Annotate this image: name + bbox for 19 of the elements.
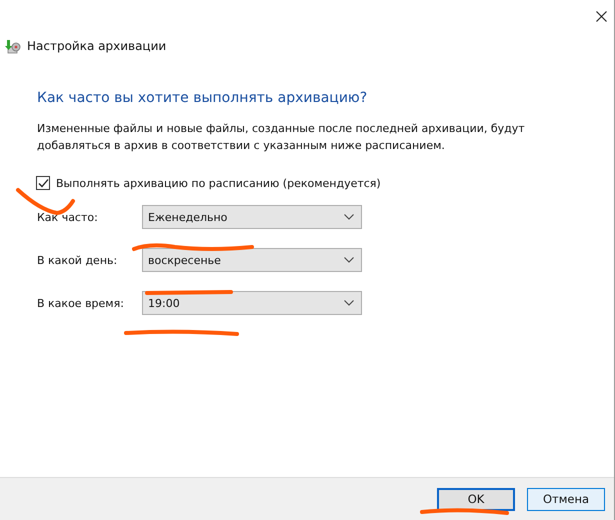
chevron-icon bbox=[344, 300, 354, 306]
dropdown[interactable]: Еженедельно bbox=[142, 205, 362, 229]
dropdown[interactable]: воскресенье bbox=[142, 248, 362, 272]
heading: Как часто вы хотите выполнять архивацию? bbox=[37, 90, 368, 106]
close-icon[interactable] bbox=[596, 10, 607, 22]
field-label: В какое время: bbox=[37, 296, 125, 310]
chevron-icon bbox=[344, 214, 354, 220]
description: Измененные файлы и новые файлы, созданные после последней архивации, будут добавляться в архив в соответствии с указанным ниже расписанием. bbox=[37, 121, 526, 154]
dialog-button[interactable]: Отмена bbox=[527, 488, 605, 510]
window-title: Настройка архивации bbox=[27, 39, 166, 53]
annotation-stroke bbox=[16, 188, 75, 215]
checkbox-label: Выполнять архивацию по расписанию (рекомендуется) bbox=[56, 176, 381, 190]
chevron-icon bbox=[344, 257, 354, 263]
dialog-button[interactable]: OK bbox=[437, 488, 515, 510]
field-label: В какой день: bbox=[37, 254, 118, 266]
dropdown[interactable]: 19:00 bbox=[142, 291, 362, 315]
backup-icon bbox=[5, 38, 21, 54]
checkbox[interactable] bbox=[36, 176, 50, 190]
field-label: Как часто: bbox=[37, 210, 99, 224]
